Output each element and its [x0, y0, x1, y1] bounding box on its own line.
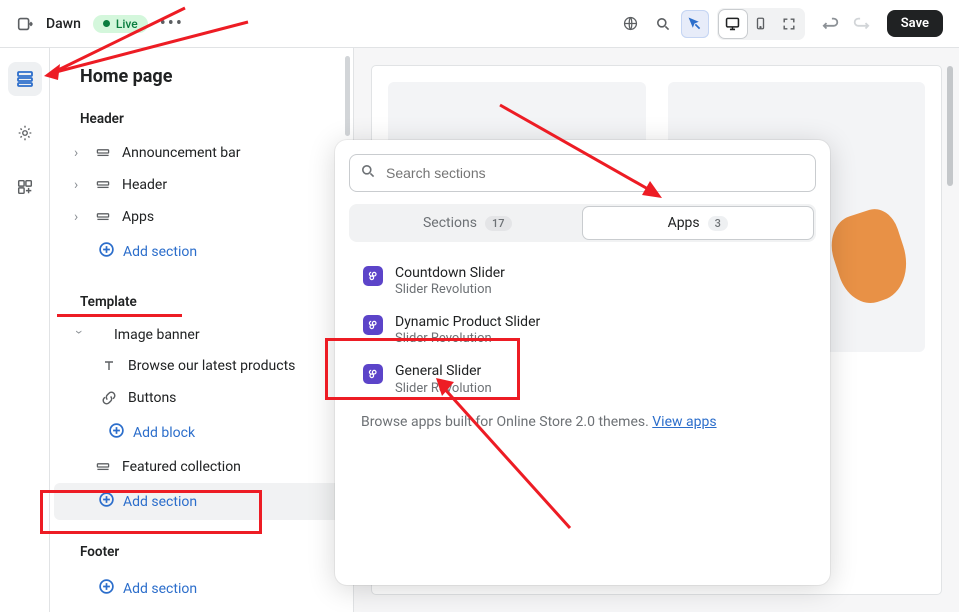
left-rail — [0, 48, 50, 612]
plus-circle-icon — [98, 578, 115, 599]
search-sections-field[interactable] — [349, 154, 816, 192]
app-item-dynamic-product-slider[interactable]: Dynamic Product Slider Slider Revolution — [359, 307, 814, 356]
section-icon — [94, 144, 112, 162]
app-title: Countdown Slider — [395, 264, 505, 282]
link-icon — [100, 389, 118, 407]
apps-list: Countdown Slider Slider Revolution Dynam… — [349, 252, 816, 408]
top-bar: Dawn Live ••• Save — [0, 0, 959, 48]
plus-circle-icon — [98, 491, 115, 512]
rail-apps-icon[interactable] — [8, 170, 42, 204]
mobile-icon[interactable] — [747, 10, 775, 38]
save-button[interactable]: Save — [887, 10, 943, 37]
section-icon — [94, 208, 112, 226]
product-image-placeholder — [823, 203, 917, 310]
plus-circle-icon — [98, 241, 115, 262]
fullscreen-icon[interactable] — [775, 10, 803, 38]
group-header-header: Header — [50, 101, 353, 137]
rail-settings-icon[interactable] — [8, 116, 42, 150]
canvas-scrollbar[interactable] — [947, 66, 953, 186]
tab-apps[interactable]: Apps 3 — [583, 207, 814, 239]
app-subtitle: Slider Revolution — [395, 331, 540, 346]
undo-redo — [817, 10, 875, 38]
chevron-right-icon: › — [74, 209, 84, 225]
sidebar-scrollbar[interactable] — [345, 56, 350, 136]
annotation-underline — [57, 314, 182, 317]
add-section-template[interactable]: Add section — [54, 483, 349, 520]
tree-item-buttons[interactable]: Buttons — [54, 382, 349, 414]
chevron-down-icon: › — [71, 330, 87, 340]
desktop-icon[interactable] — [719, 10, 747, 38]
undo-icon[interactable] — [817, 10, 845, 38]
section-icon — [94, 176, 112, 194]
add-section-popover: Sections 17 Apps 3 Countdown Slider Slid… — [335, 140, 830, 585]
section-icon — [94, 458, 112, 476]
inspector-icon[interactable] — [681, 10, 709, 38]
redo-icon — [847, 10, 875, 38]
app-title: General Slider — [395, 362, 492, 380]
plus-circle-icon — [108, 422, 125, 443]
browse-apps-text: Browse apps built for Online Store 2.0 t… — [349, 408, 816, 436]
device-switcher — [717, 8, 805, 40]
app-title: Dynamic Product Slider — [395, 313, 540, 331]
view-apps-link[interactable]: View apps — [652, 414, 716, 430]
rail-sections-icon[interactable] — [8, 62, 42, 96]
text-icon — [100, 357, 118, 375]
apps-count: 3 — [708, 216, 728, 231]
sections-count: 17 — [485, 216, 512, 231]
chevron-right-icon: › — [74, 177, 84, 193]
sidebar: Home page Header › Announcement bar › He… — [50, 48, 354, 612]
tree-item-featured-collection[interactable]: · Featured collection — [54, 451, 349, 483]
tree-item-image-banner[interactable]: › · Image banner — [54, 320, 349, 350]
top-bar-left: Dawn Live ••• — [16, 13, 184, 34]
add-section-header[interactable]: Add section — [54, 233, 349, 270]
search-input[interactable] — [386, 165, 805, 181]
tree-item-browse-products[interactable]: Browse our latest products — [54, 350, 349, 382]
popover-tabs: Sections 17 Apps 3 — [349, 204, 816, 242]
app-item-countdown-slider[interactable]: Countdown Slider Slider Revolution — [359, 258, 814, 307]
app-subtitle: Slider Revolution — [395, 282, 505, 297]
app-item-general-slider[interactable]: General Slider Slider Revolution — [359, 356, 814, 405]
kebab-menu-icon[interactable]: ••• — [160, 13, 184, 34]
tab-sections[interactable]: Sections 17 — [352, 207, 583, 239]
search-icon — [360, 163, 376, 183]
top-bar-right: Save — [617, 8, 943, 40]
add-section-footer[interactable]: Add section — [54, 570, 349, 607]
search-icon[interactable] — [649, 10, 677, 38]
exit-editor-icon[interactable] — [16, 15, 34, 33]
tree-item-apps[interactable]: › Apps — [54, 201, 349, 233]
globe-icon[interactable] — [617, 10, 645, 38]
page-title: Home page — [50, 66, 353, 101]
theme-name: Dawn — [46, 16, 81, 32]
app-subtitle: Slider Revolution — [395, 381, 492, 396]
app-icon — [363, 315, 383, 335]
add-block[interactable]: Add block — [54, 414, 349, 451]
group-header-footer: Footer — [50, 534, 353, 570]
live-badge: Live — [93, 15, 148, 33]
tree-item-announcement-bar[interactable]: › Announcement bar — [54, 137, 349, 169]
tree-item-header[interactable]: › Header — [54, 169, 349, 201]
app-icon — [363, 266, 383, 286]
app-icon — [363, 364, 383, 384]
chevron-right-icon: › — [74, 145, 84, 161]
